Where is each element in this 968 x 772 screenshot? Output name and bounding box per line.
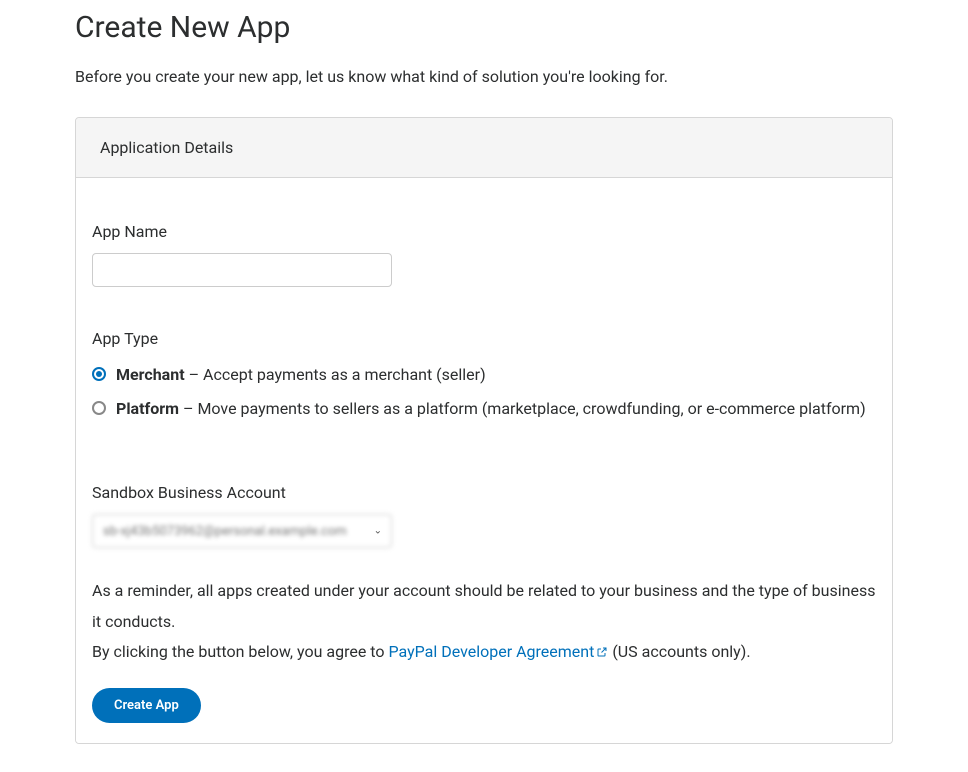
developer-agreement-link[interactable]: PayPal Developer Agreement xyxy=(388,642,608,661)
create-app-button[interactable]: Create App xyxy=(92,688,201,723)
app-type-label: App Type xyxy=(92,329,876,348)
reminder-line1: As a reminder, all apps created under yo… xyxy=(92,581,875,630)
panel-header: Application Details xyxy=(76,118,892,178)
external-link-icon xyxy=(596,638,608,668)
agree-prefix: By clicking the button below, you agree … xyxy=(92,642,388,661)
app-type-option-platform[interactable]: Platform – Move payments to sellers as a… xyxy=(92,396,876,422)
option-name: Platform xyxy=(116,399,179,418)
app-name-input[interactable] xyxy=(92,253,392,287)
panel-body: App Name App Type Merchant – Accept paym… xyxy=(76,178,892,743)
radio-label: Merchant – Accept payments as a merchant… xyxy=(116,362,876,388)
page-title: Create New App xyxy=(75,10,893,45)
app-type-radio-group: Merchant – Accept payments as a merchant… xyxy=(92,362,876,421)
option-name: Merchant xyxy=(116,365,185,384)
option-desc: Move payments to sellers as a platform (… xyxy=(197,399,865,418)
app-name-label: App Name xyxy=(92,222,876,241)
agree-suffix: (US accounts only). xyxy=(608,642,750,661)
page-subtitle: Before you create your new app, let us k… xyxy=(75,65,893,89)
sandbox-account-select[interactable]: sb-xj43b5073962@personal.example.com ⌄ xyxy=(92,514,392,548)
app-type-option-merchant[interactable]: Merchant – Accept payments as a merchant… xyxy=(92,362,876,388)
option-sep: – xyxy=(179,399,197,418)
application-details-panel: Application Details App Name App Type Me… xyxy=(75,117,893,744)
option-desc: Accept payments as a merchant (seller) xyxy=(203,365,486,384)
option-sep: – xyxy=(185,365,203,384)
select-value[interactable]: sb-xj43b5073962@personal.example.com xyxy=(92,514,392,548)
radio-label: Platform – Move payments to sellers as a… xyxy=(116,396,876,422)
sandbox-account-label: Sandbox Business Account xyxy=(92,483,876,502)
radio-icon[interactable] xyxy=(92,367,106,381)
reminder-text: As a reminder, all apps created under yo… xyxy=(92,576,876,668)
radio-icon[interactable] xyxy=(92,401,106,415)
